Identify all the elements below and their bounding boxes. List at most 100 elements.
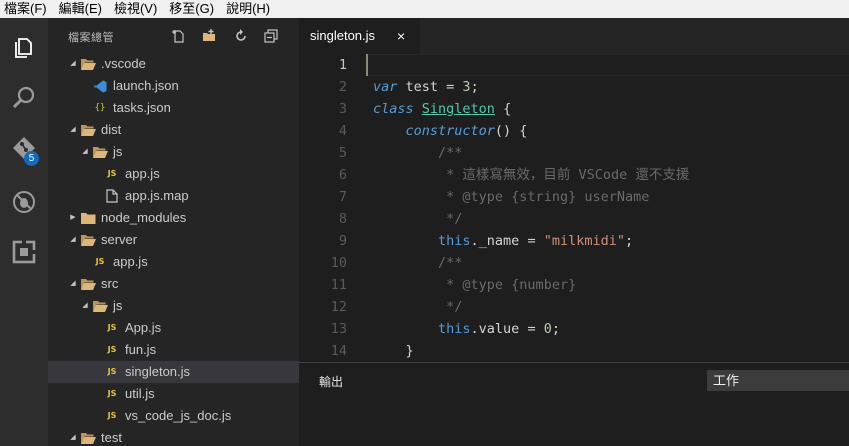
tree-file[interactable]: app.js.map xyxy=(48,185,299,207)
folder-icon xyxy=(80,119,96,141)
code-token: constructor xyxy=(405,123,495,139)
code-line[interactable]: 2 var test = 3; xyxy=(299,76,849,98)
close-icon[interactable]: × xyxy=(397,27,405,45)
chevron-down-icon[interactable]: ◢ xyxy=(80,141,90,163)
refresh-button[interactable] xyxy=(232,27,250,45)
code-line[interactable]: 7 * @type {string} userName xyxy=(299,186,849,208)
tree-file[interactable]: JS util.js xyxy=(48,383,299,405)
chevron-down-icon[interactable]: ◢ xyxy=(68,427,78,446)
search-button[interactable] xyxy=(0,74,48,122)
tree-file[interactable]: launch.json xyxy=(48,75,299,97)
code-line[interactable]: 6 * 這樣寫無效，目前 VSCode 還不支援 xyxy=(299,164,849,186)
javascript-file-icon: JS xyxy=(107,367,117,376)
tree-item-label: singleton.js xyxy=(125,364,191,379)
menu-goto[interactable]: 移至(G) xyxy=(166,0,217,18)
tree-file[interactable]: {} tasks.json xyxy=(48,97,299,119)
new-file-button[interactable] xyxy=(170,27,188,45)
line-number: 6 xyxy=(338,167,347,183)
code-text: * 這樣寫無效，目前 VSCode 還不支援 xyxy=(373,164,689,186)
line-number: 12 xyxy=(330,299,347,315)
vscode-file-icon xyxy=(92,75,108,97)
tree-file[interactable]: JS singleton.js xyxy=(48,361,299,383)
debug-button[interactable] xyxy=(0,178,48,226)
code-token: */ xyxy=(446,299,463,315)
refresh-icon xyxy=(236,29,246,41)
line-number: 10 xyxy=(330,255,347,271)
tree-folder[interactable]: ◢ js xyxy=(48,295,299,317)
search-icon xyxy=(12,86,35,109)
chevron-down-icon[interactable]: ◢ xyxy=(80,295,90,317)
code-line[interactable]: 13 this.value = 0; xyxy=(299,318,849,340)
code-line[interactable]: 1 xyxy=(299,54,849,76)
javascript-file-icon: JS xyxy=(107,323,117,332)
output-channel-select[interactable]: 工作 xyxy=(707,370,849,391)
tree-folder[interactable]: ◢ js xyxy=(48,141,299,163)
extensions-button[interactable] xyxy=(0,228,48,276)
tree-item-label: app.js xyxy=(125,166,160,181)
source-control-button[interactable] xyxy=(0,124,48,172)
tree-file[interactable]: JS fun.js xyxy=(48,339,299,361)
editor-tab-bar: singleton.js × xyxy=(299,18,849,54)
tree-folder[interactable]: ◢ test xyxy=(48,427,299,446)
code-line[interactable]: 4 constructor() { xyxy=(299,120,849,142)
debug-icon xyxy=(13,191,35,213)
javascript-file-icon: JS xyxy=(107,411,117,420)
tree-item-label: src xyxy=(101,276,119,291)
tree-file[interactable]: JS app.js xyxy=(48,251,299,273)
chevron-down-icon[interactable]: ◢ xyxy=(68,119,78,141)
tree-folder[interactable]: ◢ src xyxy=(48,273,299,295)
code-token: Singleton xyxy=(421,101,495,117)
menu-view[interactable]: 檢視(V) xyxy=(111,0,160,18)
tree-folder[interactable]: ◢ server xyxy=(48,229,299,251)
code-line[interactable]: 14 } xyxy=(299,340,849,362)
code-line[interactable]: 9 this._name = "milkmidi"; xyxy=(299,230,849,252)
collapse-all-button[interactable] xyxy=(262,27,280,45)
code-line[interactable]: 11 * @type {number} xyxy=(299,274,849,296)
tree-folder[interactable]: ▶ node_modules xyxy=(48,207,299,229)
tree-file[interactable]: JS App.js xyxy=(48,317,299,339)
explorer-button[interactable] xyxy=(0,24,48,72)
output-panel: 輸出 工作 xyxy=(299,362,849,446)
code-token: "milkmidi" xyxy=(543,233,625,249)
folder-icon xyxy=(80,207,96,229)
tree-item-label: dist xyxy=(101,122,122,137)
tree-item-label: js xyxy=(113,144,123,159)
code-text: var test = 3; xyxy=(373,76,479,98)
code-line[interactable]: 3 class Singleton { xyxy=(299,98,849,120)
code-editor[interactable]: 1 2 var test = 3; 3 class Singleton {4 const… xyxy=(299,54,849,362)
tree-item-label: app.js xyxy=(113,254,148,269)
tree-item-label: tasks.json xyxy=(113,100,171,115)
line-number: 5 xyxy=(338,145,347,161)
code-line[interactable]: 5 /** xyxy=(299,142,849,164)
code-text: this.value = 0; xyxy=(373,318,560,340)
tree-file[interactable]: JS vs_code_js_doc.js xyxy=(48,405,299,427)
chevron-right-icon[interactable]: ▶ xyxy=(68,207,78,229)
chevron-down-icon[interactable]: ◢ xyxy=(68,229,78,251)
code-line[interactable]: 10 /** xyxy=(299,252,849,274)
new-folder-button[interactable] xyxy=(200,27,218,45)
tree-item-label: vs_code_js_doc.js xyxy=(125,408,232,423)
folder-icon xyxy=(80,427,96,446)
menu-file[interactable]: 檔案(F) xyxy=(0,0,50,18)
chevron-down-icon[interactable]: ◢ xyxy=(68,53,78,75)
code-line[interactable]: 8 */ xyxy=(299,208,849,230)
code-line[interactable]: 12 */ xyxy=(299,296,849,318)
menu-edit[interactable]: 編輯(E) xyxy=(56,0,105,18)
git-changes-badge: 5 xyxy=(24,151,39,166)
code-token: ; xyxy=(624,233,634,249)
panel-title: 輸出 xyxy=(319,375,344,389)
code-text: * @type {string} userName xyxy=(373,186,649,208)
tab-singleton-js[interactable]: singleton.js × xyxy=(299,18,420,54)
tree-file[interactable]: JS app.js xyxy=(48,163,299,185)
chevron-down-icon[interactable]: ◢ xyxy=(68,273,78,295)
code-token: ; xyxy=(470,79,479,95)
code-token: this xyxy=(438,321,471,337)
line-number: 9 xyxy=(338,233,347,249)
tree-folder[interactable]: ◢ dist xyxy=(48,119,299,141)
tree-folder[interactable]: ◢ .vscode xyxy=(48,53,299,75)
menu-help[interactable]: 說明(H) xyxy=(223,0,273,18)
